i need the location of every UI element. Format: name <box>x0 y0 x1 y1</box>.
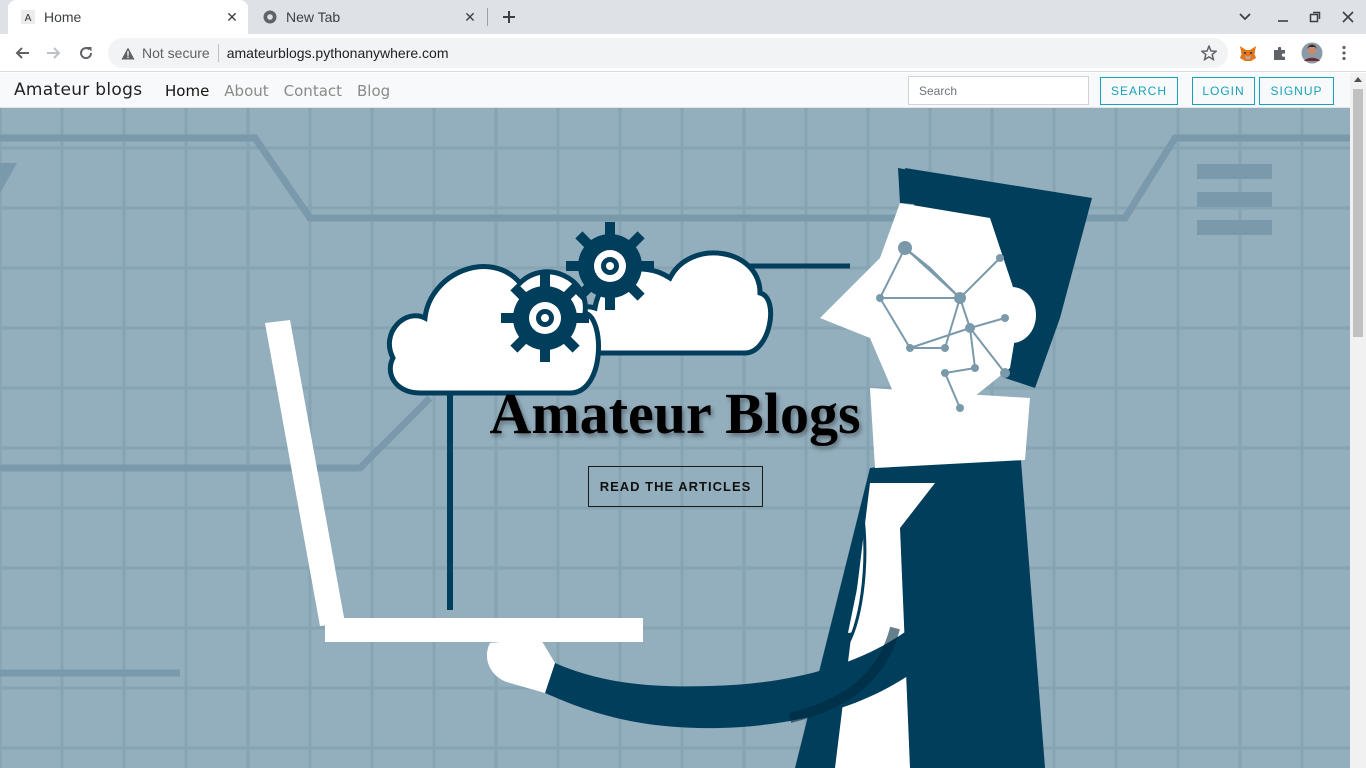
site-navbar: Amateur blogs Home About Contact Blog SE… <box>0 73 1350 108</box>
extensions-puzzle-icon[interactable] <box>1266 39 1294 67</box>
page-scrollbar[interactable] <box>1350 73 1366 768</box>
close-window-icon[interactable] <box>1337 7 1359 27</box>
url-text[interactable]: amateurblogs.pythonanywhere.com <box>227 45 449 61</box>
menu-kebab-icon[interactable] <box>1330 39 1358 67</box>
tab-new-tab[interactable]: New Tab ✕ <box>250 0 486 34</box>
reload-icon[interactable] <box>72 39 100 67</box>
nav-link-blog[interactable]: Blog <box>357 82 390 100</box>
minimize-icon[interactable] <box>1272 7 1294 27</box>
tab-home[interactable]: A Home ✕ <box>8 0 248 34</box>
address-bar[interactable]: Not secure amateurblogs.pythonanywhere.c… <box>108 38 1228 68</box>
scroll-up-arrow-icon[interactable] <box>1354 77 1362 82</box>
profile-avatar-icon[interactable] <box>1298 39 1326 67</box>
search-button[interactable]: SEARCH <box>1100 77 1178 105</box>
restore-icon[interactable] <box>1304 7 1326 27</box>
login-button[interactable]: LOGIN <box>1192 77 1255 105</box>
close-tab-icon[interactable]: ✕ <box>222 7 242 27</box>
nav-link-home[interactable]: Home <box>165 82 209 100</box>
site-brand[interactable]: Amateur blogs <box>14 80 142 100</box>
chrome-icon <box>262 9 278 25</box>
nav-link-contact[interactable]: Contact <box>284 82 342 100</box>
nav-link-about[interactable]: About <box>224 82 268 100</box>
back-icon[interactable] <box>8 39 36 67</box>
hero-title: Amateur Blogs <box>489 381 861 446</box>
tab-divider <box>487 8 488 26</box>
hero-section: Amateur Blogs READ THE ARTICLES <box>0 108 1350 768</box>
browser-toolbar: Not secure amateurblogs.pythonanywhere.c… <box>0 34 1366 72</box>
security-label[interactable]: Not secure <box>142 45 210 61</box>
read-articles-button[interactable]: READ THE ARTICLES <box>588 466 763 507</box>
tab-search-chevron-icon[interactable] <box>1234 7 1256 27</box>
bookmark-star-icon[interactable] <box>1200 44 1218 62</box>
forward-icon[interactable] <box>40 39 68 67</box>
address-divider <box>217 44 219 62</box>
browser-tabstrip: A Home ✕ New Tab ✕ <box>0 0 1366 34</box>
scrollbar-thumb[interactable] <box>1353 89 1363 337</box>
nav-links: Home About Contact Blog <box>165 82 405 100</box>
search-input[interactable] <box>908 76 1089 105</box>
metamask-fox-icon[interactable] <box>1234 39 1262 67</box>
new-tab-icon[interactable] <box>498 6 520 28</box>
tab-title: New Tab <box>286 9 341 25</box>
svg-text:A: A <box>25 13 32 24</box>
close-tab-icon[interactable]: ✕ <box>460 7 480 27</box>
tab-title: Home <box>44 9 82 25</box>
site-favicon-icon: A <box>20 9 36 25</box>
signup-button[interactable]: SIGNUP <box>1259 77 1334 105</box>
warning-icon[interactable] <box>120 45 136 61</box>
